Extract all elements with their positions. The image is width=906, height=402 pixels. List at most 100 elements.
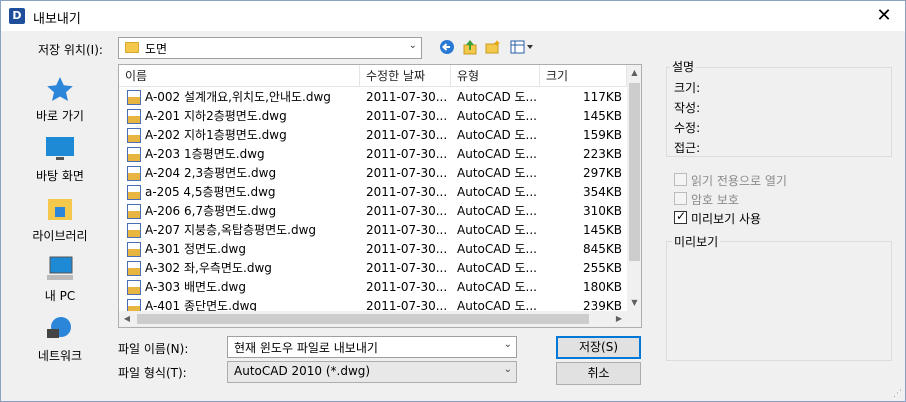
file-type: AutoCAD 도... — [457, 223, 537, 237]
scroll-up-icon[interactable]: ▲ — [627, 65, 641, 81]
view-menu-icon[interactable] — [509, 39, 535, 57]
new-folder-icon[interactable] — [484, 39, 502, 57]
file-type: AutoCAD 도... — [457, 166, 537, 180]
preview-group — [666, 241, 892, 361]
dwg-file-icon — [127, 280, 141, 295]
file-row[interactable]: A-301 정면도.dwg 2011-07-30... AutoCAD 도... 84… — [119, 240, 627, 259]
chevron-down-icon[interactable]: ⌄ — [504, 364, 512, 375]
chevron-down-icon[interactable]: ⌄ — [409, 40, 417, 51]
horizontal-scroll-thumb[interactable] — [137, 314, 589, 324]
filename-label: 파일 이름(N): — [118, 342, 189, 356]
dwg-file-icon — [127, 242, 141, 257]
file-modified: 2011-07-30... — [366, 147, 446, 161]
window-title: 내보내기 — [33, 12, 81, 27]
save-button[interactable]: 저장(S) — [556, 336, 641, 359]
file-name: A-206 6,7층평면도.dwg — [145, 204, 277, 218]
file-modified: 2011-07-30... — [366, 128, 446, 142]
library-icon — [45, 195, 75, 223]
column-header-size[interactable]: 크기 — [540, 65, 627, 87]
file-type: AutoCAD 도... — [457, 204, 537, 218]
column-header-name[interactable]: 이름 — [119, 65, 360, 87]
vertical-scroll-thumb[interactable] — [629, 83, 640, 261]
file-size: 117KB — [582, 90, 622, 104]
dwg-file-icon — [127, 147, 141, 162]
close-icon[interactable]: ✕ — [869, 3, 899, 29]
description-accessed-label: 접근: — [674, 141, 701, 155]
file-type: AutoCAD 도... — [457, 242, 537, 256]
file-row[interactable]: A-203 1층평면도.dwg 2011-07-30... AutoCAD 도...… — [119, 145, 627, 164]
file-row[interactable]: A-207 지붕층,옥탑층평면도.dwg 2011-07-30... AutoCAD… — [119, 221, 627, 240]
file-row[interactable]: A-002 설계개요,위치도,안내도.dwg 2011-07-30... AutoC… — [119, 88, 627, 107]
column-header-modified[interactable]: 수정한 날짜 — [360, 65, 451, 87]
dwg-file-icon — [127, 166, 141, 181]
file-type: AutoCAD 도... — [457, 109, 537, 123]
file-size: 310KB — [582, 204, 622, 218]
file-name: A-303 배면도.dwg — [145, 280, 246, 294]
file-size: 845KB — [582, 242, 622, 256]
chevron-down-icon[interactable]: ⌄ — [504, 339, 512, 350]
scroll-corner — [627, 311, 641, 327]
file-list-header: ^ 이름 수정한 날짜 유형 크기 — [119, 65, 627, 87]
file-row[interactable]: A-202 지하1층평면도.dwg 2011-07-30... AutoCAD 도.… — [119, 126, 627, 145]
filetype-select[interactable]: AutoCAD 2010 (*.dwg) ⌄ — [227, 361, 517, 383]
cancel-button[interactable]: 취소 — [556, 362, 641, 385]
file-modified: 2011-07-30... — [366, 261, 446, 275]
place-desktop[interactable]: 바탕 화면 — [15, 135, 105, 184]
file-modified: 2011-07-30... — [366, 223, 446, 237]
file-name: a-205 4,5층평면도.dwg — [145, 185, 276, 199]
file-modified: 2011-07-30... — [366, 109, 446, 123]
back-icon[interactable] — [438, 39, 456, 57]
read-only-checkbox[interactable] — [674, 173, 687, 186]
file-rows: A-002 설계개요,위치도,안내도.dwg 2011-07-30... AutoC… — [119, 88, 627, 316]
file-modified: 2011-07-30... — [366, 204, 446, 218]
scroll-left-icon[interactable]: ◀ — [119, 311, 135, 327]
scroll-down-icon[interactable]: ▼ — [627, 295, 641, 311]
file-name: A-002 설계개요,위치도,안내도.dwg — [145, 90, 331, 104]
place-libraries[interactable]: 라이브러리 — [15, 195, 105, 244]
place-quick-access[interactable]: 바로 가기 — [15, 75, 105, 124]
password-checkbox[interactable] — [674, 192, 687, 205]
file-row[interactable]: A-302 좌,우측면도.dwg 2011-07-30... AutoCAD 도..… — [119, 259, 627, 278]
file-modified: 2011-07-30... — [366, 185, 446, 199]
vertical-scrollbar[interactable]: ▲ ▼ — [627, 65, 641, 311]
horizontal-scrollbar[interactable]: ◀ ▶ — [119, 311, 627, 327]
file-row[interactable]: A-206 6,7층평면도.dwg 2011-07-30... AutoCAD 도.… — [119, 202, 627, 221]
file-name: A-301 정면도.dwg — [145, 242, 246, 256]
dwg-file-icon — [127, 261, 141, 276]
export-dialog: D 내보내기 ✕ 저장 위치(I): 도면 ⌄ 바로 가기 바탕 화면 라이브러… — [0, 0, 906, 402]
file-name: A-202 지하1층평면도.dwg — [145, 128, 287, 142]
dwg-file-icon — [127, 128, 141, 143]
place-label: 내 PC — [44, 289, 76, 303]
place-network[interactable]: 네트워크 — [15, 315, 105, 364]
file-size: 255KB — [582, 261, 622, 275]
file-name: A-201 지하2층평면도.dwg — [145, 109, 287, 123]
column-header-type[interactable]: 유형 — [451, 65, 540, 87]
file-name: A-207 지붕층,옥탑층평면도.dwg — [145, 223, 317, 237]
filename-input[interactable]: 현재 윈도우 파일로 내보내기 ⌄ — [227, 336, 517, 358]
app-icon: D — [9, 8, 25, 24]
checkmark-icon: ✓ — [676, 209, 687, 223]
file-row[interactable]: A-204 2,3층평면도.dwg 2011-07-30... AutoCAD 도.… — [119, 164, 627, 183]
dwg-file-icon — [127, 204, 141, 219]
file-size: 223KB — [582, 147, 622, 161]
file-type: AutoCAD 도... — [457, 147, 537, 161]
scroll-right-icon[interactable]: ▶ — [611, 311, 627, 327]
file-row[interactable]: a-205 4,5층평면도.dwg 2011-07-30... AutoCAD 도.… — [119, 183, 627, 202]
up-folder-icon[interactable] — [461, 39, 479, 57]
description-modified-label: 수정: — [674, 121, 701, 135]
file-modified: 2011-07-30... — [366, 90, 446, 104]
read-only-label: 읽기 전용으로 열기 — [691, 174, 787, 188]
resize-grip-icon[interactable]: ⋰ — [893, 389, 903, 399]
filename-value: 현재 윈도우 파일로 내보내기 — [234, 341, 378, 355]
save-location-value: 도면 — [145, 42, 168, 56]
save-location-combo[interactable]: 도면 ⌄ — [118, 37, 422, 59]
place-this-pc[interactable]: 내 PC — [15, 255, 105, 304]
file-row[interactable]: A-201 지하2층평면도.dwg 2011-07-30... AutoCAD 도.… — [119, 107, 627, 126]
file-list[interactable]: ^ 이름 수정한 날짜 유형 크기 A-002 설계개요,위치도,안내도.dwg… — [118, 64, 642, 328]
preview-checkbox[interactable]: ✓ — [674, 209, 687, 224]
file-type: AutoCAD 도... — [457, 90, 537, 104]
place-label: 네트워크 — [37, 349, 83, 363]
dwg-file-icon — [127, 90, 141, 105]
file-name: A-204 2,3층평면도.dwg — [145, 166, 277, 180]
file-row[interactable]: A-303 배면도.dwg 2011-07-30... AutoCAD 도... 18… — [119, 278, 627, 297]
